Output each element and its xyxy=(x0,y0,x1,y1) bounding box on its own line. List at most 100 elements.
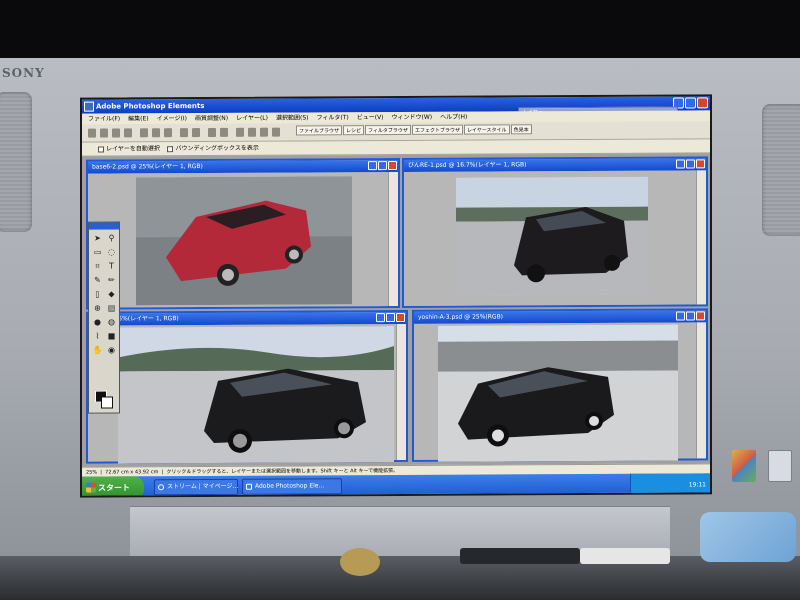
document-canvas[interactable] xyxy=(404,170,696,306)
start-button[interactable]: スタート xyxy=(82,476,144,498)
gradient-tool-icon[interactable]: ▤ xyxy=(106,302,117,313)
redo-icon[interactable] xyxy=(192,128,200,138)
paste-icon[interactable] xyxy=(164,128,172,138)
document-scrollbar[interactable] xyxy=(696,170,706,305)
toolbox-titlebar xyxy=(89,222,119,230)
menu-enhance[interactable]: 画質調整(N) xyxy=(195,113,228,124)
document-window[interactable]: yoshin-A-3.psd @ 25%(RGB) xyxy=(412,308,708,462)
doc-close-button[interactable] xyxy=(696,159,705,169)
eyedropper-tool-icon[interactable]: ⌇ xyxy=(92,331,103,342)
doc-close-button[interactable] xyxy=(396,312,405,322)
pencil-tool-icon[interactable]: ✏ xyxy=(106,274,117,285)
windows-sticker xyxy=(732,450,756,482)
tab-filter-browser[interactable]: フィルタブラウザ xyxy=(365,124,411,136)
sponge-tool-icon[interactable]: ◍ xyxy=(106,316,117,327)
document-scrollbar[interactable] xyxy=(396,323,406,460)
menu-layer[interactable]: レイヤー(L) xyxy=(236,113,268,124)
fill-tool-icon[interactable]: ◆ xyxy=(106,288,117,299)
windows-flag-icon xyxy=(86,482,96,493)
tab-file-browser[interactable]: ファイルブラウザ xyxy=(296,125,343,136)
bounding-box-label: バウンディングボックスを表示 xyxy=(175,144,259,153)
brush-icon[interactable] xyxy=(272,127,280,137)
cut-icon[interactable] xyxy=(140,128,148,138)
menu-select[interactable]: 選択範囲(S) xyxy=(276,112,309,123)
zoom-icon[interactable] xyxy=(208,127,216,137)
shape-tool-icon[interactable]: ■ xyxy=(106,330,117,341)
doc-minimize-button[interactable] xyxy=(368,161,377,171)
document-canvas[interactable] xyxy=(88,324,396,464)
auto-select-checkbox[interactable] xyxy=(98,146,104,153)
document-scrollbar[interactable] xyxy=(696,322,706,459)
hand-tool-icon[interactable]: ✋ xyxy=(92,345,103,356)
document-controls xyxy=(676,159,705,169)
bounding-box-checkbox[interactable] xyxy=(167,145,174,152)
menu-file[interactable]: ファイル(F) xyxy=(88,113,120,124)
tab-layer-styles[interactable]: レイヤースタイル xyxy=(463,124,510,135)
new-file-icon[interactable] xyxy=(88,128,96,138)
system-tray: 19:11 xyxy=(630,473,710,497)
auto-select-label: レイヤーを自動選択 xyxy=(106,145,160,153)
doc-close-button[interactable] xyxy=(388,160,397,171)
type-tool-icon[interactable]: T xyxy=(106,260,117,271)
taskbar-item-browser[interactable]: ストリーム | マイページ... xyxy=(154,478,238,496)
workspace: base6-2.psd @ 25%(レイヤー 1, RGB) びんRE-1.ps… xyxy=(82,153,710,467)
document-window[interactable]: びんRE-1.psd @ 16.7%(レイヤー 1, RGB) xyxy=(402,156,708,308)
zoom-tool-icon[interactable]: ⚲ xyxy=(106,232,117,243)
print-icon[interactable] xyxy=(124,128,132,138)
palette-well: ファイルブラウザ レシピ フィルタブラウザ エフェクトブラウザ レイヤースタイル… xyxy=(296,124,532,136)
menu-view[interactable]: ビュー(V) xyxy=(357,112,384,123)
doc-minimize-button[interactable] xyxy=(676,159,685,169)
doc-maximize-button[interactable] xyxy=(686,311,695,321)
tab-swatches[interactable]: 色見本 xyxy=(510,124,532,135)
hand-icon[interactable] xyxy=(220,127,228,137)
document-controls xyxy=(376,312,405,323)
tab-recipes[interactable]: レシピ xyxy=(343,125,365,136)
menu-image[interactable]: イメージ(I) xyxy=(157,113,187,124)
toolbox: ➤ ⚲ ▭ ◌ ⌗ T ✎ ✏ ▯ ◆ ⊕ ▤ ● ◍ ⌇ ■ ✋ ◉ xyxy=(88,221,120,414)
brush-tool-icon[interactable]: ✎ xyxy=(92,275,103,286)
settings-icon[interactable] xyxy=(248,127,256,137)
menu-help[interactable]: ヘルプ(H) xyxy=(440,112,467,123)
left-speaker xyxy=(0,92,32,232)
app-title: Adobe Photoshop Elements xyxy=(96,102,205,111)
close-button[interactable] xyxy=(697,97,708,109)
browser-icon xyxy=(158,484,164,491)
clock[interactable]: 19:11 xyxy=(689,481,706,488)
laptop-screen: Adobe Photoshop Elements レイヤー ファイル(F) 編集… xyxy=(80,94,712,498)
document-window[interactable]: .psd @ 25%(レイヤー 1, RGB) xyxy=(86,309,408,464)
document-canvas[interactable] xyxy=(88,172,388,308)
desk-figurine xyxy=(340,548,380,576)
car-photo xyxy=(118,326,394,464)
blur-tool-icon[interactable]: ● xyxy=(92,317,103,328)
doc-close-button[interactable] xyxy=(696,311,705,321)
background-color-swatch[interactable] xyxy=(101,396,113,409)
doc-maximize-button[interactable] xyxy=(686,159,695,169)
copy-icon[interactable] xyxy=(152,128,160,138)
doc-maximize-button[interactable] xyxy=(378,161,387,171)
clone-tool-icon[interactable]: ⊕ xyxy=(92,303,103,314)
redeye-tool-icon[interactable]: ◉ xyxy=(106,344,117,355)
lasso-tool-icon[interactable]: ◌ xyxy=(106,246,117,257)
intel-sticker xyxy=(768,450,792,482)
maximize-button[interactable] xyxy=(685,97,696,109)
eraser-tool-icon[interactable]: ▯ xyxy=(92,289,103,300)
doc-minimize-button[interactable] xyxy=(376,313,385,323)
menu-window[interactable]: ウィンドウ(W) xyxy=(392,112,433,123)
menu-edit[interactable]: 編集(E) xyxy=(128,113,148,124)
document-canvas[interactable] xyxy=(414,322,696,462)
move-tool-icon[interactable]: ➤ xyxy=(92,233,103,244)
menu-filter[interactable]: フィルタ(T) xyxy=(317,112,349,123)
marquee-tool-icon[interactable]: ▭ xyxy=(92,247,103,258)
open-file-icon[interactable] xyxy=(100,128,108,138)
help-icon[interactable] xyxy=(236,127,244,137)
document-window[interactable]: base6-2.psd @ 25%(レイヤー 1, RGB) xyxy=(86,157,400,310)
taskbar-item-photoshop[interactable]: Adobe Photoshop Ele... xyxy=(242,478,342,495)
doc-minimize-button[interactable] xyxy=(676,311,685,321)
save-icon[interactable] xyxy=(112,128,120,138)
crop-tool-icon[interactable]: ⌗ xyxy=(92,261,103,272)
document-scrollbar[interactable] xyxy=(388,171,398,307)
browser-icon[interactable] xyxy=(260,127,268,137)
doc-maximize-button[interactable] xyxy=(386,313,395,323)
undo-icon[interactable] xyxy=(180,128,188,138)
tab-effect-browser[interactable]: エフェクトブラウザ xyxy=(411,124,463,135)
